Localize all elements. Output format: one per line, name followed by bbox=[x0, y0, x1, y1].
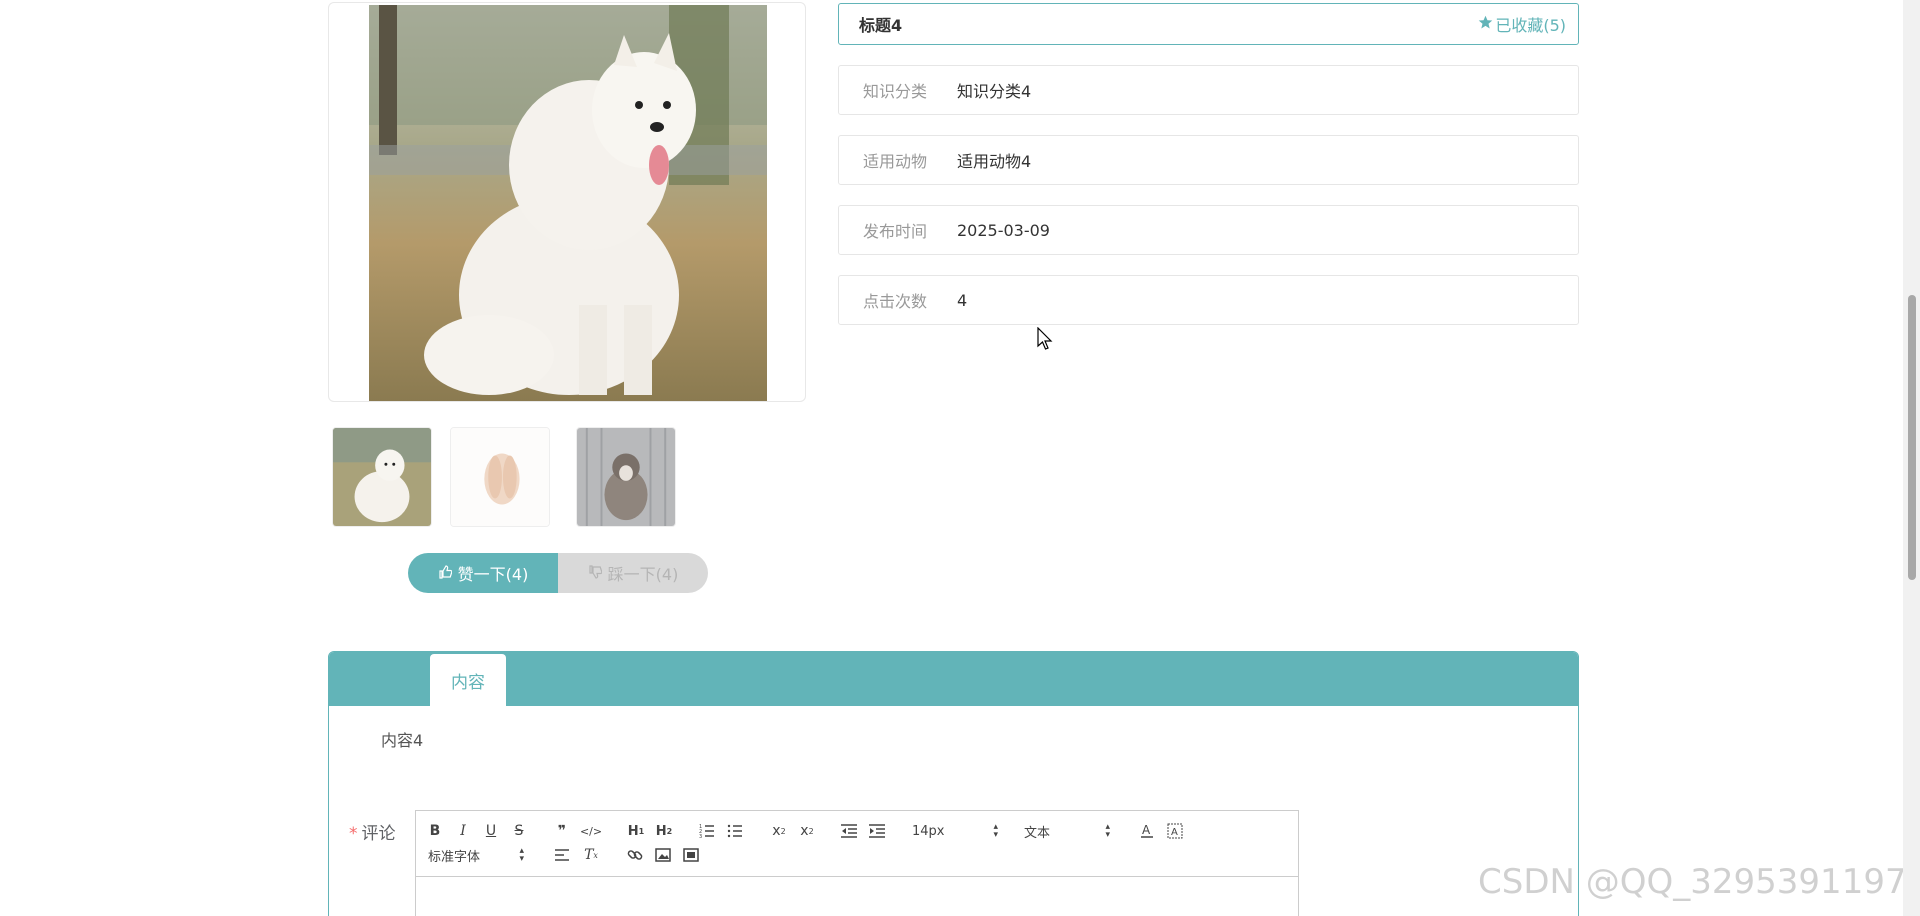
info-row-animal: 适用动物 适用动物4 bbox=[838, 135, 1579, 185]
like-button[interactable]: 赞一下(4) bbox=[408, 553, 558, 593]
scrollbar-thumb[interactable] bbox=[1908, 295, 1916, 580]
page: { "product": { "title": "标题4", "favorite… bbox=[0, 0, 1920, 916]
dislike-label: 踩一下(4) bbox=[607, 565, 679, 584]
required-mark: * bbox=[349, 824, 358, 844]
info-row-publish-time: 发布时间 2025-03-09 bbox=[838, 205, 1579, 255]
background-color-icon[interactable]: A bbox=[1166, 821, 1184, 841]
comment-label: * 评论 bbox=[349, 819, 396, 844]
star-icon bbox=[1478, 15, 1493, 34]
favorite-label: 已收藏(5) bbox=[1495, 16, 1566, 35]
strikethrough-icon[interactable]: S bbox=[512, 821, 526, 841]
superscript-icon[interactable]: x2 bbox=[798, 821, 816, 841]
comment-label-text: 评论 bbox=[361, 824, 396, 844]
watermark: CSDN @QQ_3295391197 bbox=[1478, 862, 1907, 902]
favorite-button[interactable]: 已收藏(5) bbox=[1478, 12, 1566, 36]
dislike-button[interactable]: 踩一下(4) bbox=[558, 553, 708, 593]
heading-1-icon[interactable]: H1 bbox=[626, 821, 646, 841]
select-arrows-icon: ▴ ▾ bbox=[519, 846, 524, 864]
link-icon[interactable] bbox=[626, 845, 644, 865]
underline-icon[interactable]: U bbox=[484, 821, 498, 841]
indent-icon[interactable] bbox=[868, 821, 886, 841]
text-color-icon[interactable]: A bbox=[1138, 821, 1156, 841]
bullet-list-icon[interactable] bbox=[726, 821, 744, 841]
ordered-list-icon[interactable]: 123 bbox=[698, 821, 716, 841]
image-icon[interactable] bbox=[654, 845, 672, 865]
vertical-scrollbar[interactable] bbox=[1903, 0, 1920, 916]
font-family-select[interactable]: 标准字体 ▴ ▾ bbox=[428, 845, 524, 865]
svg-text:A: A bbox=[1171, 827, 1178, 838]
mouse-cursor-icon bbox=[1037, 327, 1053, 350]
vote-group: 赞一下(4) 踩一下(4) bbox=[408, 553, 708, 593]
thumbnail-3[interactable] bbox=[576, 427, 676, 527]
select-arrows-icon: ▴ ▾ bbox=[993, 822, 998, 840]
thumbs-down-icon bbox=[588, 564, 603, 583]
subscript-icon[interactable]: x2 bbox=[770, 821, 788, 841]
info-label: 知识分类 bbox=[863, 82, 928, 101]
thumbnail-1[interactable] bbox=[332, 427, 432, 527]
info-label: 点击次数 bbox=[863, 292, 928, 311]
info-value: 4 bbox=[957, 290, 968, 310]
bold-icon[interactable]: B bbox=[428, 821, 442, 841]
info-value: 2025-03-09 bbox=[957, 220, 1050, 240]
content-text: 内容4 bbox=[381, 731, 424, 750]
font-family-value: 标准字体 bbox=[428, 849, 481, 865]
svg-text:A: A bbox=[1142, 823, 1151, 837]
main-image-frame bbox=[328, 2, 806, 402]
font-size-select[interactable]: 14px ▴ ▾ bbox=[912, 821, 998, 841]
italic-icon[interactable]: I bbox=[456, 821, 470, 841]
tab-bar: 内容 bbox=[329, 652, 1578, 706]
product-title: 标题4 bbox=[859, 16, 903, 35]
like-label: 赞一下(4) bbox=[457, 565, 529, 584]
thumbs-up-icon bbox=[438, 564, 453, 583]
thumbnail-2[interactable] bbox=[450, 427, 550, 527]
font-size-value: 14px bbox=[912, 823, 945, 839]
info-value: 知识分类4 bbox=[957, 82, 1032, 101]
align-icon[interactable] bbox=[554, 845, 572, 865]
heading-2-icon[interactable]: H2 bbox=[654, 821, 674, 841]
comment-editor: B I U S ❞ </> H1 H2 123 x2 x2 14px ▴ ▾ 文… bbox=[415, 810, 1299, 916]
info-label: 发布时间 bbox=[863, 222, 928, 241]
main-image-samoyed bbox=[369, 5, 767, 401]
video-icon[interactable] bbox=[682, 845, 700, 865]
info-value: 适用动物4 bbox=[957, 152, 1032, 171]
clear-format-icon[interactable]: Tx bbox=[582, 845, 600, 865]
blockquote-icon[interactable]: ❞ bbox=[554, 821, 570, 841]
outdent-icon[interactable] bbox=[840, 821, 858, 841]
info-label: 适用动物 bbox=[863, 152, 928, 171]
info-row-category: 知识分类 知识分类4 bbox=[838, 65, 1579, 115]
svg-text:3: 3 bbox=[699, 834, 702, 838]
content-panel: 内容 内容4 * 评论 B I U S ❞ </> H1 H2 123 x 2 … bbox=[328, 651, 1579, 916]
header-type-select[interactable]: 文本 ▴ ▾ bbox=[1024, 821, 1110, 841]
select-arrows-icon: ▴ ▾ bbox=[1105, 822, 1110, 840]
tab-content[interactable]: 内容 bbox=[430, 654, 506, 706]
editor-toolbar: B I U S ❞ </> H1 H2 123 x2 x2 14px ▴ ▾ 文… bbox=[416, 811, 1298, 877]
header-type-value: 文本 bbox=[1024, 825, 1051, 841]
title-row: 标题4 已收藏(5) bbox=[838, 3, 1579, 45]
code-block-icon[interactable]: </> bbox=[580, 821, 602, 841]
info-row-clicks: 点击次数 4 bbox=[838, 275, 1579, 325]
